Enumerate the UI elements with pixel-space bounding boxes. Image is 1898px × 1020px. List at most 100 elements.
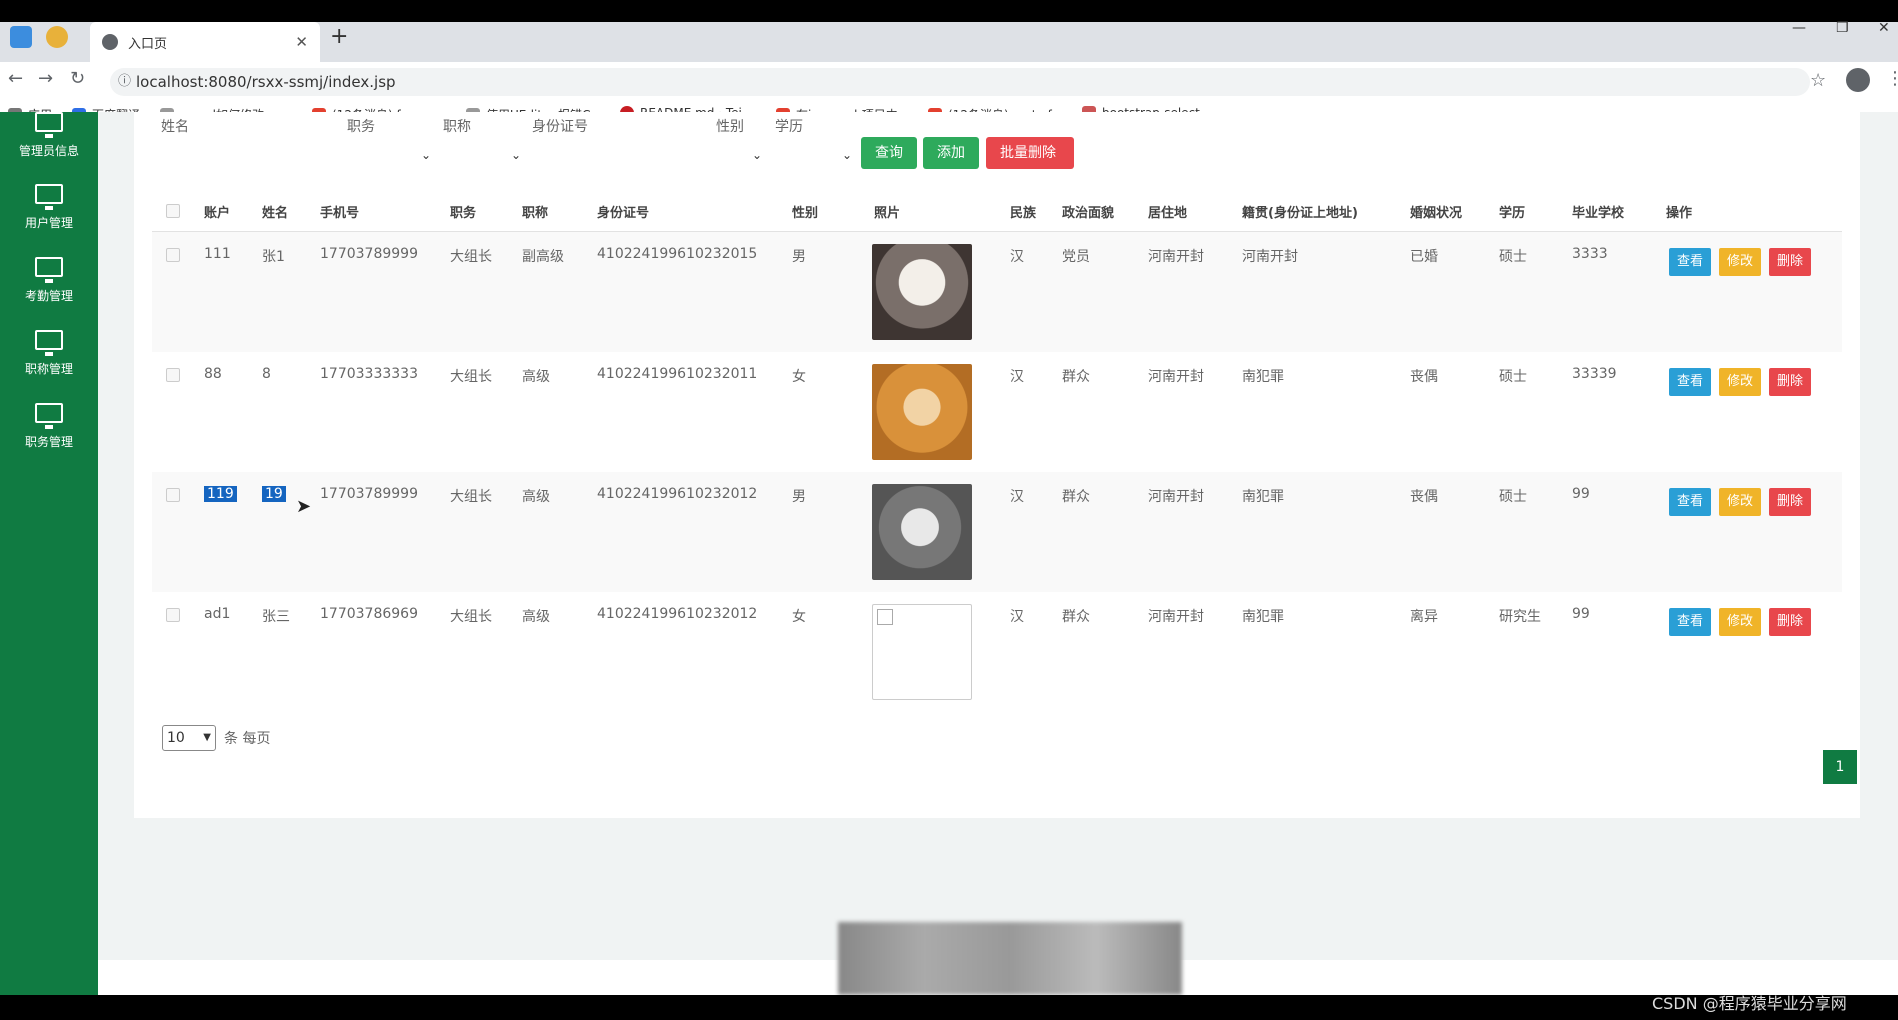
filter-title-label: 职称 (443, 119, 471, 135)
mouse-cursor-icon: ➤ (296, 496, 312, 517)
table-row: ad1 张三 17703786969 大组长 高级 41022419961023… (152, 592, 1842, 712)
header-title: 职称 (522, 206, 549, 221)
cell-nation: 汉 (1010, 369, 1024, 385)
cell-gender: 女 (792, 609, 806, 625)
screen-bottom-bar (0, 995, 1898, 1020)
monitor-icon (35, 330, 63, 356)
edit-button[interactable]: 修改 (1719, 608, 1762, 636)
filter-education-label: 学历 (775, 119, 803, 135)
cell-nation: 汉 (1010, 609, 1024, 625)
title-select-chevron-icon[interactable]: ⌄ (511, 148, 521, 162)
new-tab-button[interactable]: + (330, 24, 348, 49)
cell-marital: 丧偶 (1410, 489, 1438, 505)
view-button[interactable]: 查看 (1669, 248, 1712, 276)
tab-title: 入口页 (128, 36, 168, 52)
table-header: 账户 姓名 手机号 职务 职称 身份证号 性别 照片 民族 政治面貌 居住地 籍… (152, 190, 1842, 232)
cell-duty: 大组长 (450, 489, 492, 505)
row-checkbox[interactable] (166, 608, 180, 622)
window-close-icon[interactable]: ✕ (1878, 20, 1890, 36)
edit-button[interactable]: 修改 (1719, 368, 1762, 396)
delete-button[interactable]: 删除 (1769, 488, 1812, 516)
cell-native: 河南开封 (1242, 249, 1298, 265)
cell-marital: 丧偶 (1410, 369, 1438, 385)
cell-duty: 大组长 (450, 609, 492, 625)
cell-title: 高级 (522, 609, 550, 625)
mail-app-icon[interactable] (10, 26, 32, 48)
cell-duty: 大组长 (450, 369, 492, 385)
filter-name-label: 姓名 (161, 119, 189, 135)
edit-button[interactable]: 修改 (1719, 488, 1762, 516)
chrome-app-icon[interactable] (46, 26, 68, 48)
header-name: 姓名 (262, 206, 289, 221)
url-input[interactable]: ⓘ localhost:8080/rsxx-ssmj/index.jsp (110, 68, 1810, 96)
profile-icon[interactable] (1846, 68, 1870, 92)
cell-name: 19 (262, 486, 286, 502)
globe-icon (102, 34, 118, 50)
cell-education: 硕士 (1499, 249, 1527, 265)
back-icon[interactable]: ← (8, 68, 23, 89)
cell-account: 111 (204, 246, 231, 262)
select-all-checkbox[interactable] (166, 204, 180, 218)
blurred-overlay (838, 922, 1182, 995)
row-checkbox[interactable] (166, 488, 180, 502)
dog-photo (872, 364, 972, 460)
table-row: 111 张1 17703789999 大组长 副高级 4102241996102… (152, 232, 1842, 352)
info-icon[interactable]: ⓘ (118, 68, 131, 96)
cell-gender: 男 (792, 249, 806, 265)
cell-education: 硕士 (1499, 369, 1527, 385)
gender-select-chevron-icon[interactable]: ⌄ (752, 148, 762, 162)
cell-title: 高级 (522, 489, 550, 505)
cell-id-card: 410224199610232012 (597, 486, 758, 502)
delete-button[interactable]: 删除 (1769, 608, 1812, 636)
table-row: 119 19 17703789999 大组长 高级 41022419961023… (152, 472, 1842, 592)
row-checkbox[interactable] (166, 368, 180, 382)
cell-gender: 男 (792, 489, 806, 505)
view-button[interactable]: 查看 (1669, 488, 1712, 516)
cell-phone: 17703786969 (320, 606, 418, 622)
cat-photo (872, 244, 972, 340)
cell-political: 群众 (1062, 489, 1090, 505)
bookmark-star-icon[interactable]: ☆ (1810, 70, 1826, 91)
close-icon[interactable]: ✕ (295, 33, 308, 51)
page-number-button[interactable]: 1 (1823, 750, 1857, 784)
cell-id-card: 410224199610232012 (597, 606, 758, 622)
user-panel: 姓名 职务 ⌄ 职称 ⌄ 身份证号 性别 ⌄ 学历 ⌄ 查询 添加 批量删除 账… (134, 112, 1860, 818)
view-button[interactable]: 查看 (1669, 368, 1712, 396)
restore-icon[interactable]: ❐ (1836, 20, 1849, 36)
header-marital: 婚姻状况 (1410, 206, 1463, 221)
sidebar-item-duty-management[interactable]: 职务管理 (0, 403, 98, 450)
header-phone: 手机号 (320, 206, 360, 221)
browser-tab[interactable]: 入口页 ✕ (90, 22, 320, 62)
education-select-chevron-icon[interactable]: ⌄ (842, 148, 852, 162)
add-button[interactable]: 添加 (923, 137, 979, 169)
edit-button[interactable]: 修改 (1719, 248, 1762, 276)
query-button[interactable]: 查询 (861, 137, 917, 169)
cell-education: 硕士 (1499, 489, 1527, 505)
filter-duty-label: 职务 (347, 119, 375, 135)
cell-account: ad1 (204, 606, 231, 622)
header-education: 学历 (1499, 206, 1526, 221)
duty-select-chevron-icon[interactable]: ⌄ (421, 148, 431, 162)
cell-marital: 离异 (1410, 609, 1438, 625)
page-size-select[interactable]: 10 ▼ (162, 725, 216, 751)
cell-name: 8 (262, 366, 271, 382)
forward-icon[interactable]: → (38, 68, 53, 89)
cell-residence: 河南开封 (1148, 609, 1204, 625)
sidebar-item-attendance-management[interactable]: 考勤管理 (0, 257, 98, 304)
sidebar-item-user-management[interactable]: 用户管理 (0, 184, 98, 231)
sidebar-item-admin-info[interactable]: 管理员信息 (0, 112, 98, 159)
sidebar-item-title-management[interactable]: 职称管理 (0, 330, 98, 377)
minimize-icon[interactable]: — (1792, 20, 1806, 36)
menu-icon[interactable]: ⋮ (1886, 68, 1898, 89)
delete-button[interactable]: 删除 (1769, 368, 1812, 396)
cell-title: 副高级 (522, 249, 564, 265)
batch-delete-button[interactable]: 批量删除 (986, 137, 1074, 169)
reload-icon[interactable]: ↻ (70, 68, 85, 89)
header-political: 政治面貌 (1062, 206, 1115, 221)
delete-button[interactable]: 删除 (1769, 248, 1812, 276)
cell-phone: 17703789999 (320, 486, 418, 502)
row-checkbox[interactable] (166, 248, 180, 262)
view-button[interactable]: 查看 (1669, 608, 1712, 636)
cell-political: 群众 (1062, 609, 1090, 625)
broken-image-photo (872, 604, 972, 700)
